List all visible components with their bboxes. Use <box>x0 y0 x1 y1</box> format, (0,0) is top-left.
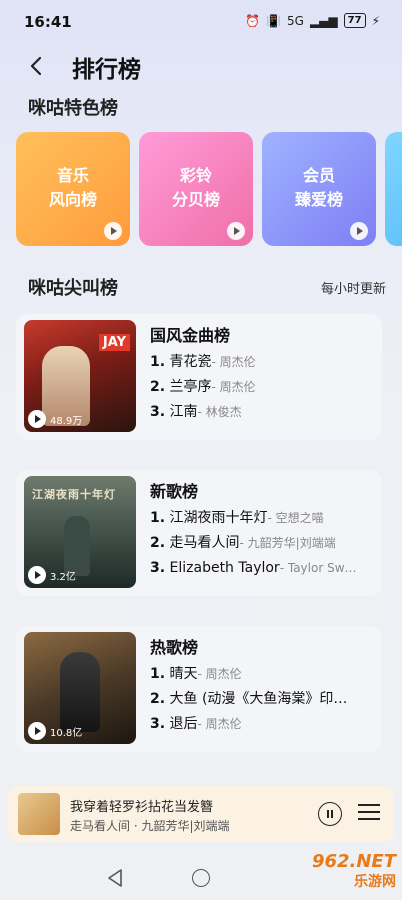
track-item[interactable]: 1. 晴天- 周杰伦 <box>150 662 380 687</box>
track-artist: - 周杰伦 <box>197 667 242 681</box>
card-line2: 臻爱榜 <box>294 190 343 209</box>
track-title: 退后 <box>169 716 198 732</box>
charts-section-title: 咪咕尖叫榜 <box>28 278 118 299</box>
cover-art-figure <box>60 652 100 732</box>
signal-icon: ▂▄▆ <box>309 13 338 28</box>
status-bar: 16:41 ⏰ 📳 5G ▂▄▆ 77 ⚡ <box>0 0 402 44</box>
track-item[interactable]: 3. 退后- 周杰伦 <box>150 712 380 737</box>
card-line1: 会员 <box>302 166 335 185</box>
track-title: 江湖夜雨十年灯 <box>169 510 268 526</box>
track-title: 晴天 <box>169 666 198 682</box>
pause-icon[interactable] <box>318 802 342 826</box>
chart-name: 国风金曲榜 <box>150 326 231 345</box>
alarm-icon: ⏰ <box>245 13 261 28</box>
track-title: 青花瓷 <box>169 354 212 370</box>
track-artist: - 周杰伦 <box>211 380 256 394</box>
track-artist: - 周杰伦 <box>211 355 256 369</box>
page-title: 排行榜 <box>72 57 141 83</box>
featured-card-next[interactable] <box>385 132 402 246</box>
network-label: 5G <box>287 13 304 28</box>
featured-section-title: 咪咕特色榜 <box>28 98 118 119</box>
play-icon[interactable] <box>28 566 46 584</box>
featured-card-member[interactable]: 会员 臻爱榜 <box>262 132 376 246</box>
card-line2: 分贝榜 <box>171 190 220 209</box>
track-item[interactable]: 1. 江湖夜雨十年灯- 空想之喵 <box>150 506 380 531</box>
track-number: 3. <box>150 560 166 576</box>
track-item[interactable]: 3. 江南- 林俊杰 <box>150 400 380 425</box>
track-list: 1. 晴天- 周杰伦 2. 大鱼 (动漫《大鱼海棠》印… 3. 退后- 周杰伦 <box>150 662 380 737</box>
chart-cover[interactable]: 10.8亿 <box>24 632 136 744</box>
play-icon[interactable] <box>28 722 46 740</box>
play-icon[interactable] <box>28 410 46 428</box>
play-icon[interactable] <box>104 222 122 240</box>
watermark-logo: 962.NET 乐游网 <box>312 852 396 892</box>
back-arrow-icon[interactable] <box>26 54 48 78</box>
track-title: 兰亭序 <box>169 379 212 395</box>
now-playing-cover[interactable] <box>18 793 60 835</box>
chart-card-hot-songs[interactable]: 10.8亿 热歌榜 1. 晴天- 周杰伦 2. 大鱼 (动漫《大鱼海棠》印… 3… <box>16 626 382 752</box>
featured-charts-row[interactable]: 音乐 风向榜 彩铃 分贝榜 会员 臻爱榜 <box>16 132 402 246</box>
update-note: 每小时更新 <box>320 282 386 297</box>
track-list: 1. 青花瓷- 周杰伦 2. 兰亭序- 周杰伦 3. 江南- 林俊杰 <box>150 350 380 425</box>
track-artist: - 林俊杰 <box>197 405 242 419</box>
chart-card-new-songs[interactable]: 江湖夜雨十年灯 3.2亿 新歌榜 1. 江湖夜雨十年灯- 空想之喵 2. 走马看… <box>16 470 382 596</box>
track-number: 3. <box>150 404 166 420</box>
track-title: 江南 <box>169 404 198 420</box>
nav-back-icon[interactable] <box>106 868 124 888</box>
track-number: 3. <box>150 716 166 732</box>
track-artist: - 九韶芳华|刘端端 <box>239 536 336 550</box>
play-count: 10.8亿 <box>50 727 83 739</box>
now-playing-subtitle: 走马看人间 · 九韶芳华|刘端端 <box>70 819 230 833</box>
playlist-queue-icon[interactable] <box>358 804 380 824</box>
chart-name: 热歌榜 <box>150 638 199 657</box>
track-number: 1. <box>150 354 166 370</box>
charging-icon: ⚡ <box>371 13 380 28</box>
watermark-line2: 乐游网 <box>354 874 396 890</box>
track-artist: - 周杰伦 <box>197 717 242 731</box>
track-item[interactable]: 2. 兰亭序- 周杰伦 <box>150 375 380 400</box>
track-item[interactable]: 1. 青花瓷- 周杰伦 <box>150 350 380 375</box>
card-line1: 彩铃 <box>179 166 212 185</box>
track-artist: - 空想之喵 <box>267 511 324 525</box>
track-number: 1. <box>150 510 166 526</box>
status-time: 16:41 <box>24 13 72 31</box>
track-number: 1. <box>150 666 166 682</box>
play-count: 3.2亿 <box>50 571 76 583</box>
track-number: 2. <box>150 535 166 551</box>
featured-card-ringtone[interactable]: 彩铃 分贝榜 <box>139 132 253 246</box>
track-number: 2. <box>150 691 166 707</box>
cover-art-text: 江湖夜雨十年灯 <box>32 488 116 501</box>
chart-cover[interactable]: JAY 48.9万 <box>24 320 136 432</box>
card-line1: 音乐 <box>56 166 89 185</box>
track-item[interactable]: 2. 走马看人间- 九韶芳华|刘端端 <box>150 531 380 556</box>
featured-card-trend[interactable]: 音乐 风向榜 <box>16 132 130 246</box>
track-title: 走马看人间 <box>169 535 240 551</box>
track-number: 2. <box>150 379 166 395</box>
chart-name: 新歌榜 <box>150 482 199 501</box>
now-playing-title: 我穿着轻罗衫拈花当发簪 <box>70 800 214 815</box>
track-list: 1. 江湖夜雨十年灯- 空想之喵 2. 走马看人间- 九韶芳华|刘端端 3. E… <box>150 506 380 581</box>
track-title: Elizabeth Taylor <box>169 560 280 576</box>
battery-level: 77 <box>343 13 366 28</box>
status-icons: ⏰ 📳 5G ▂▄▆ 77 ⚡ <box>245 13 380 28</box>
nav-home-icon[interactable] <box>192 869 210 887</box>
play-icon[interactable] <box>350 222 368 240</box>
play-icon[interactable] <box>227 222 245 240</box>
watermark-line1: 962.NET <box>311 851 396 872</box>
vibrate-icon: 📳 <box>266 13 282 28</box>
mini-player[interactable]: 我穿着轻罗衫拈花当发簪 走马看人间 · 九韶芳华|刘端端 <box>8 786 394 842</box>
cover-art-badge: JAY <box>98 334 130 351</box>
track-item[interactable]: 3. Elizabeth Taylor- Taylor Sw… <box>150 556 380 581</box>
chart-cover[interactable]: 江湖夜雨十年灯 3.2亿 <box>24 476 136 588</box>
chart-card-guofeng[interactable]: JAY 48.9万 国风金曲榜 1. 青花瓷- 周杰伦 2. 兰亭序- 周杰伦 … <box>16 314 382 440</box>
track-item[interactable]: 2. 大鱼 (动漫《大鱼海棠》印… <box>150 687 380 712</box>
play-count: 48.9万 <box>50 415 83 427</box>
track-artist: - Taylor Sw… <box>279 561 357 575</box>
card-line2: 风向榜 <box>48 190 97 209</box>
track-title: 大鱼 (动漫《大鱼海棠》印… <box>169 691 348 707</box>
